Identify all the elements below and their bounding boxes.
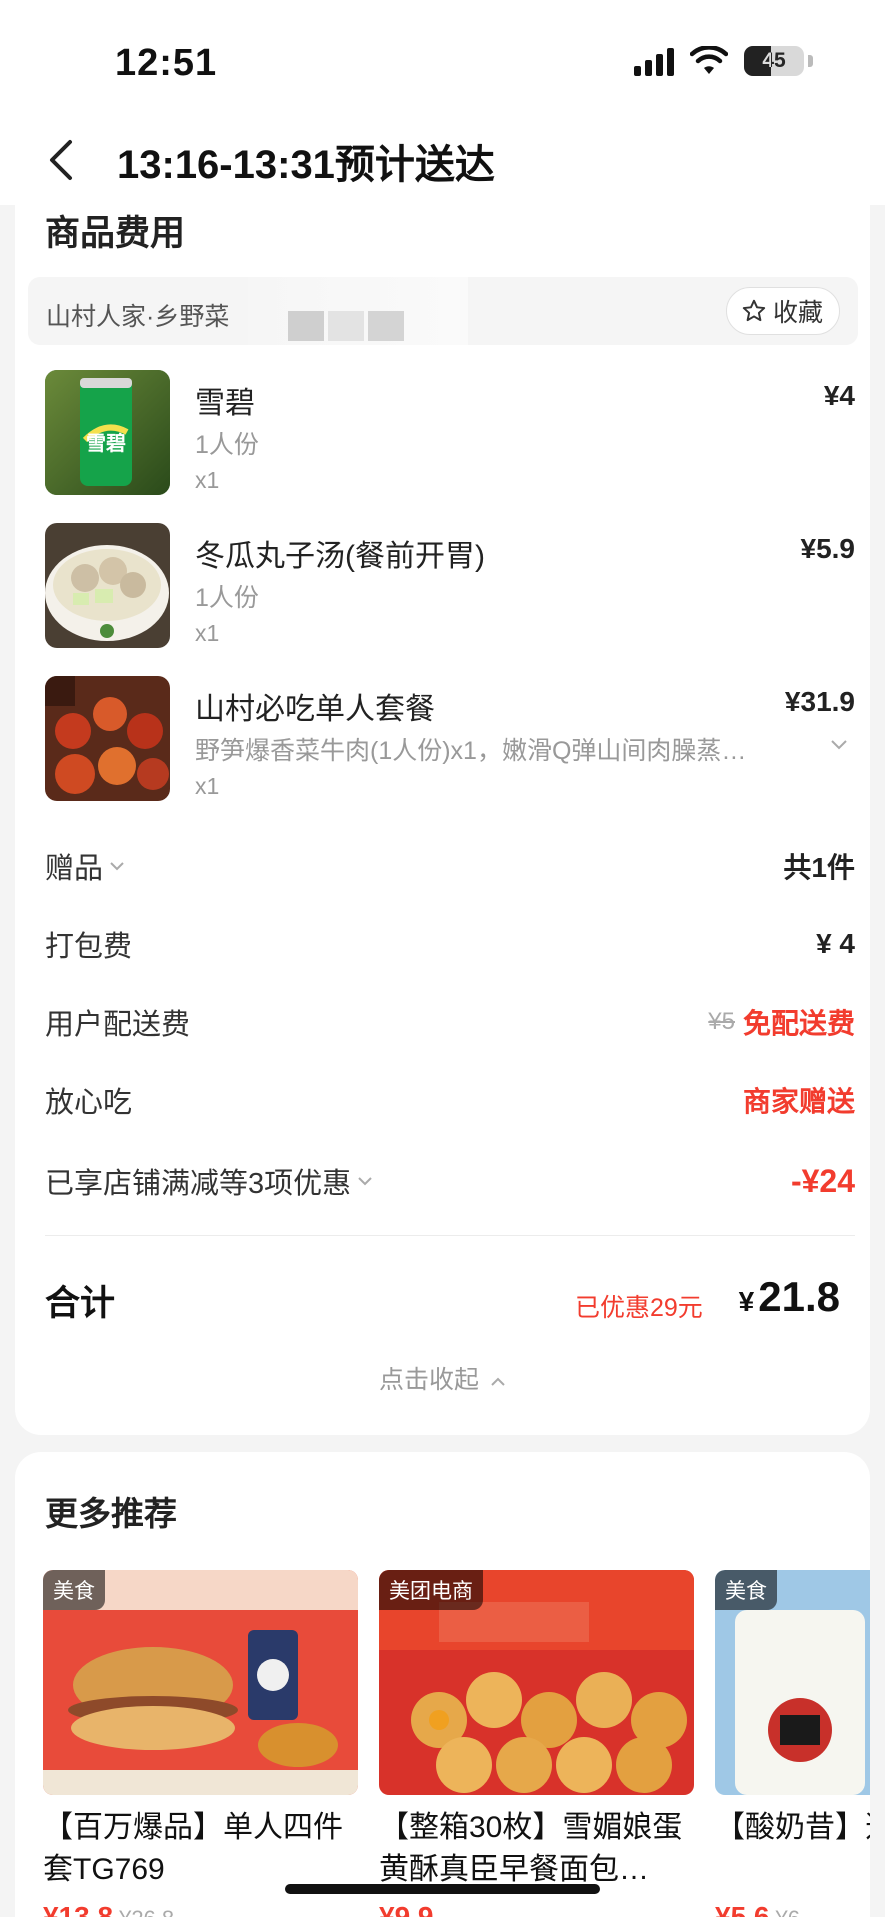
order-fee-card: 商品费用 山村人家·乡野菜 收藏 雪碧 雪碧 1人份 x1 ¥4 冬瓜丸子汤(餐… bbox=[15, 205, 870, 1435]
item-spec: 1人份 bbox=[195, 431, 259, 459]
status-time: 12:51 bbox=[115, 42, 218, 84]
recommend-title: 更多推荐 bbox=[45, 1495, 177, 1532]
discount-label: 已享店铺满减等3项优惠 bbox=[45, 1168, 352, 1200]
order-item[interactable]: 山村必吃单人套餐 野笋爆香菜牛肉(1人份)x1，嫩滑Q弹山间肉臊蒸… x1 ¥3… bbox=[45, 676, 855, 801]
signal-icon bbox=[634, 46, 674, 76]
delivery-value: 免配送费 bbox=[742, 1008, 855, 1039]
recommend-card: 更多推荐 美食 【百万爆品】单人四件套TG769 ¥13.8 ¥26.8 bbox=[15, 1452, 870, 1917]
yogurt-shake-image: 美食 bbox=[715, 1570, 870, 1795]
egg-yolk-pastry-image: 美团电商 bbox=[379, 1570, 694, 1795]
item-qty: x1 bbox=[195, 620, 220, 646]
order-item[interactable]: 雪碧 雪碧 1人份 x1 ¥4 bbox=[45, 370, 855, 495]
recommend-old-price: ¥26.8 bbox=[119, 1906, 174, 1917]
wifi-icon bbox=[690, 46, 728, 74]
total-amount: 21.8 bbox=[758, 1273, 840, 1320]
collapse-label: 点击收起 bbox=[379, 1366, 480, 1394]
assured-row: 放心吃 商家赠送 bbox=[45, 1075, 855, 1125]
recommend-name: 【整箱30枚】雪媚娘蛋黄酥真臣早餐面包… bbox=[379, 1811, 683, 1886]
meatball-soup-image bbox=[45, 523, 170, 648]
home-indicator bbox=[285, 1884, 600, 1894]
favorite-label: 收藏 bbox=[772, 299, 823, 327]
shop-row[interactable]: 山村人家·乡野菜 收藏 bbox=[28, 277, 858, 345]
battery-icon: 45 bbox=[744, 46, 804, 76]
nav-bar: 13:16-13:31预计送达 bbox=[0, 120, 885, 205]
recommend-price: ¥13.8 bbox=[43, 1901, 114, 1917]
recommend-name: 【百万爆品】单人四件套TG769 bbox=[43, 1811, 343, 1886]
recommend-tag: 美食 bbox=[43, 1570, 105, 1610]
recommend-tag: 美食 bbox=[715, 1570, 777, 1610]
recommend-name: 【酸奶昔】选1 bbox=[715, 1811, 870, 1844]
recommend-item[interactable]: 美团电商 【整箱30枚】雪媚娘蛋黄酥真臣早餐面包… ¥9.9 bbox=[379, 1570, 694, 1917]
total-price: ¥21.8 bbox=[739, 1273, 840, 1321]
recommend-old-price: ¥6 bbox=[776, 1906, 800, 1917]
chevron-down-icon bbox=[110, 862, 124, 871]
total-currency: ¥ bbox=[738, 1286, 755, 1317]
item-name: 山村必吃单人套餐 bbox=[195, 693, 435, 726]
recommend-price: ¥9.9 bbox=[379, 1901, 434, 1917]
burger-combo-image: 美食 bbox=[43, 1570, 358, 1795]
delivery-time-title: 13:16-13:31预计送达 bbox=[117, 143, 495, 187]
order-item[interactable]: 冬瓜丸子汤(餐前开胃) 1人份 x1 ¥5.9 bbox=[45, 523, 855, 648]
gift-row[interactable]: 赠品 共1件 bbox=[45, 841, 855, 891]
battery-tip bbox=[808, 55, 813, 67]
saved-amount: 已优惠29元 bbox=[575, 1294, 703, 1322]
gift-label: 赠品 bbox=[45, 853, 104, 885]
assured-label: 放心吃 bbox=[45, 1087, 133, 1119]
chevron-up-icon bbox=[491, 1377, 505, 1386]
set-meal-image bbox=[45, 676, 170, 801]
item-name: 冬瓜丸子汤(餐前开胃) bbox=[195, 540, 485, 573]
shop-name: 山村人家·乡野菜 bbox=[46, 303, 230, 331]
item-price: ¥4 bbox=[823, 380, 855, 411]
packing-label: 打包费 bbox=[45, 931, 133, 963]
packing-fee-row: 打包费 ¥ 4 bbox=[45, 919, 855, 969]
discount-value: -¥24 bbox=[790, 1162, 855, 1199]
item-price: ¥31.9 bbox=[784, 686, 855, 717]
sprite-can-image: 雪碧 bbox=[45, 370, 170, 495]
delivery-fee-row: 用户配送费 ¥5 免配送费 bbox=[45, 997, 855, 1047]
discount-row[interactable]: 已享店铺满减等3项优惠 -¥24 bbox=[45, 1156, 855, 1206]
battery-level: 45 bbox=[762, 49, 786, 72]
item-price: ¥5.9 bbox=[800, 533, 856, 564]
recommend-item[interactable]: 美食 【酸奶昔】选1 ¥5.6 ¥6 bbox=[715, 1570, 870, 1917]
svg-text:雪碧: 雪碧 bbox=[86, 431, 126, 455]
item-name: 雪碧 bbox=[195, 387, 255, 420]
section-title: 商品费用 bbox=[45, 214, 186, 253]
status-icons: 45 bbox=[634, 46, 813, 76]
item-qty: x1 bbox=[195, 467, 220, 493]
delivery-label: 用户配送费 bbox=[45, 1009, 191, 1041]
recommend-item[interactable]: 美食 【百万爆品】单人四件套TG769 ¥13.8 ¥26.8 bbox=[43, 1570, 358, 1917]
recommend-tag: 美团电商 bbox=[379, 1570, 483, 1610]
chevron-down-icon[interactable] bbox=[829, 738, 849, 752]
packing-value: ¥ 4 bbox=[816, 928, 855, 959]
assured-value: 商家赠送 bbox=[742, 1086, 855, 1117]
back-arrow-icon[interactable] bbox=[42, 130, 82, 190]
chevron-down-icon bbox=[358, 1177, 372, 1186]
divider bbox=[45, 1235, 855, 1236]
item-qty: x1 bbox=[195, 773, 220, 799]
favorite-button[interactable]: 收藏 bbox=[725, 287, 840, 335]
status-bar: 12:51 45 bbox=[0, 0, 885, 120]
item-spec: 野笋爆香菜牛肉(1人份)x1，嫩滑Q弹山间肉臊蒸… bbox=[195, 737, 747, 765]
recommend-price: ¥5.6 bbox=[715, 1901, 770, 1917]
star-icon bbox=[742, 299, 766, 322]
gift-value: 共1件 bbox=[783, 852, 855, 883]
blurred-region bbox=[248, 277, 468, 345]
total-label: 合计 bbox=[45, 1284, 116, 1323]
delivery-old-price: ¥5 bbox=[708, 1008, 735, 1035]
item-spec: 1人份 bbox=[195, 584, 259, 612]
collapse-button[interactable]: 点击收起 bbox=[15, 1360, 870, 1396]
